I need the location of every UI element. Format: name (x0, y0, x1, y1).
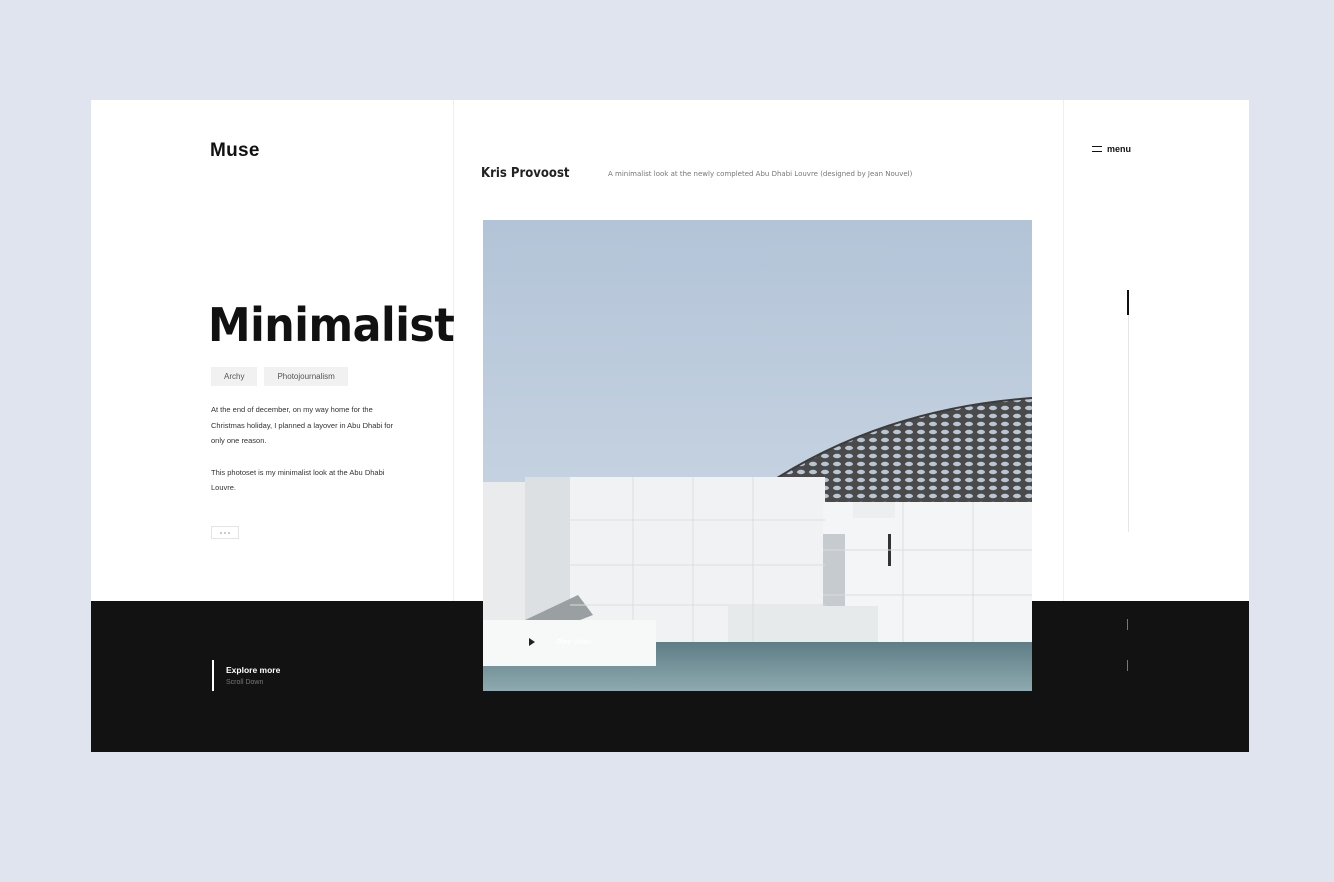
slide-tick[interactable] (1127, 619, 1128, 630)
hamburger-icon (1092, 146, 1102, 152)
menu-button[interactable]: menu (1092, 144, 1131, 154)
tag-archy[interactable]: Archy (211, 367, 258, 386)
tag-photojournalism[interactable]: Photojournalism (264, 367, 348, 386)
column-divider-right (1063, 100, 1064, 601)
scroll-track (1128, 290, 1129, 532)
tag-list: Archy Photojournalism (211, 367, 348, 386)
more-button[interactable] (211, 526, 239, 539)
scroll-indicator[interactable] (1127, 290, 1129, 315)
menu-label: menu (1107, 144, 1132, 154)
slide-tick[interactable] (1127, 660, 1128, 671)
photo-caption: A minimalist look at the newly completed… (608, 170, 913, 178)
play-icon (529, 638, 535, 646)
play-video-button[interactable]: Play Video (529, 638, 591, 646)
page-card: Muse menu Kris Provoost A minimalist loo… (91, 100, 1249, 752)
description: At the end of december, on my way home f… (211, 402, 401, 496)
explore-more[interactable]: Explore more Scroll Down (212, 660, 280, 691)
description-paragraph: At the end of december, on my way home f… (211, 405, 394, 445)
hero-photo (483, 220, 1032, 691)
logo[interactable]: Muse (210, 140, 260, 162)
more-dots-icon (220, 531, 222, 534)
louvre-illustration (483, 220, 1032, 691)
scroll-hint: Scroll Down (226, 679, 264, 686)
page-title: Minimalist (208, 298, 455, 352)
description-paragraph: This photoset is my minimalist look at t… (211, 467, 385, 493)
play-video-label: Play Video (557, 638, 592, 646)
author-name: Kris Provoost (481, 166, 570, 181)
explore-title: Explore more (226, 665, 281, 675)
